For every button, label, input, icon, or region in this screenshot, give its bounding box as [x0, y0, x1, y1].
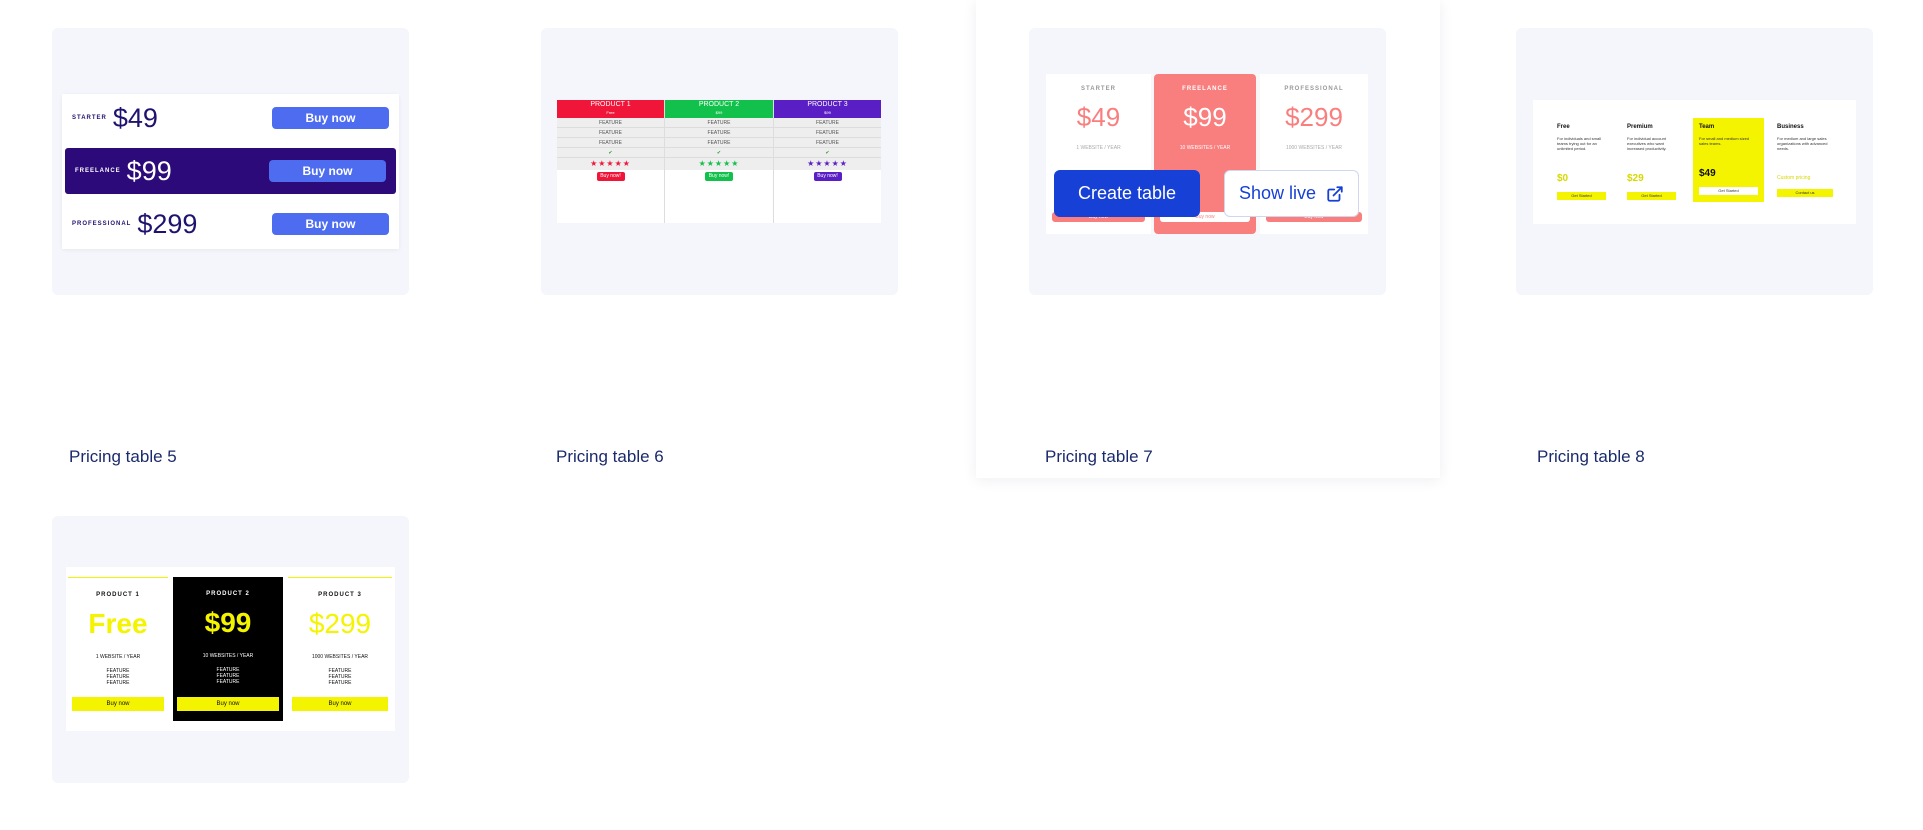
preview-column-highlight: PRODUCT 2 $99 10 WEBSITES / YEAR FEATURE… [173, 577, 283, 721]
preview-row-professional: PROFESSIONAL $299 Buy now [62, 200, 399, 248]
card-title[interactable]: Pricing table 8 [1537, 447, 1645, 467]
template-preview[interactable]: PRODUCT 1 Free 1 WEBSITE / YEAR FEATURE F… [52, 516, 409, 783]
template-card-6[interactable]: PRODUCT 1 Free FEATURE FEATURE FEATURE ✔ … [489, 0, 953, 490]
preview-pricing-9: PRODUCT 1 Free 1 WEBSITE / YEAR FEATURE F… [66, 567, 395, 731]
preview-pricing-8: Free For individuals and small teams try… [1533, 100, 1856, 224]
template-preview[interactable]: Free For individuals and small teams try… [1516, 28, 1873, 295]
preview-row-starter: STARTER $49 Buy now [62, 94, 399, 142]
preview-row-freelance: FREELANCE $99 Buy now [65, 148, 396, 194]
preview-column: Premium For individual account executive… [1621, 118, 1682, 200]
preview-buy-button: Buy now [272, 107, 389, 129]
card-title[interactable]: Pricing table 7 [1045, 447, 1153, 467]
show-live-label: Show live [1238, 183, 1317, 203]
preview-column: Free For individuals and small teams try… [1551, 118, 1612, 200]
preview-buy-button: Buy now [269, 160, 386, 182]
preview-column: PRODUCT 2 $99 FEATURE FEATURE FEATURE ✔ ★… [665, 100, 774, 223]
card-title[interactable]: Pricing table 5 [69, 447, 177, 467]
show-live-button[interactable]: Show live [1224, 170, 1359, 217]
template-preview[interactable]: STARTER $49 Buy now FREELANCE $99 Buy no… [52, 28, 409, 295]
preview-column: Business For medium and large sales orga… [1771, 118, 1839, 197]
preview-pricing-6: PRODUCT 1 Free FEATURE FEATURE FEATURE ✔ … [557, 100, 881, 223]
template-card-5[interactable]: STARTER $49 Buy now FREELANCE $99 Buy no… [0, 0, 464, 490]
template-card-7[interactable]: STARTER $49 1 WEBSITE / YEAR Buy now FRE… [976, 0, 1440, 478]
template-preview[interactable]: PRODUCT 1 Free FEATURE FEATURE FEATURE ✔ … [541, 28, 898, 295]
preview-column: PRODUCT 3 $299 1000 WEBSITES / YEAR FEAT… [288, 577, 392, 721]
preview-column: PRODUCT 1 Free FEATURE FEATURE FEATURE ✔ … [557, 100, 665, 223]
preview-column-highlight: Team For small and medium sized sales te… [1693, 118, 1764, 202]
template-card-8[interactable]: Free For individuals and small teams try… [1465, 0, 1923, 490]
external-link-icon [1326, 185, 1344, 203]
preview-column: PRODUCT 1 Free 1 WEBSITE / YEAR FEATURE F… [68, 577, 168, 721]
card-title[interactable]: Pricing table 6 [556, 447, 664, 467]
template-card-9[interactable]: PRODUCT 1 Free 1 WEBSITE / YEAR FEATURE F… [0, 488, 464, 798]
preview-column: PRODUCT 3 $99 FEATURE FEATURE FEATURE ✔ ★… [774, 100, 881, 223]
preview-buy-button: Buy now [272, 213, 389, 235]
create-table-button[interactable]: Create table [1054, 170, 1200, 217]
preview-pricing-5: STARTER $49 Buy now FREELANCE $99 Buy no… [62, 94, 399, 249]
template-preview[interactable]: STARTER $49 1 WEBSITE / YEAR Buy now FRE… [1029, 28, 1386, 295]
